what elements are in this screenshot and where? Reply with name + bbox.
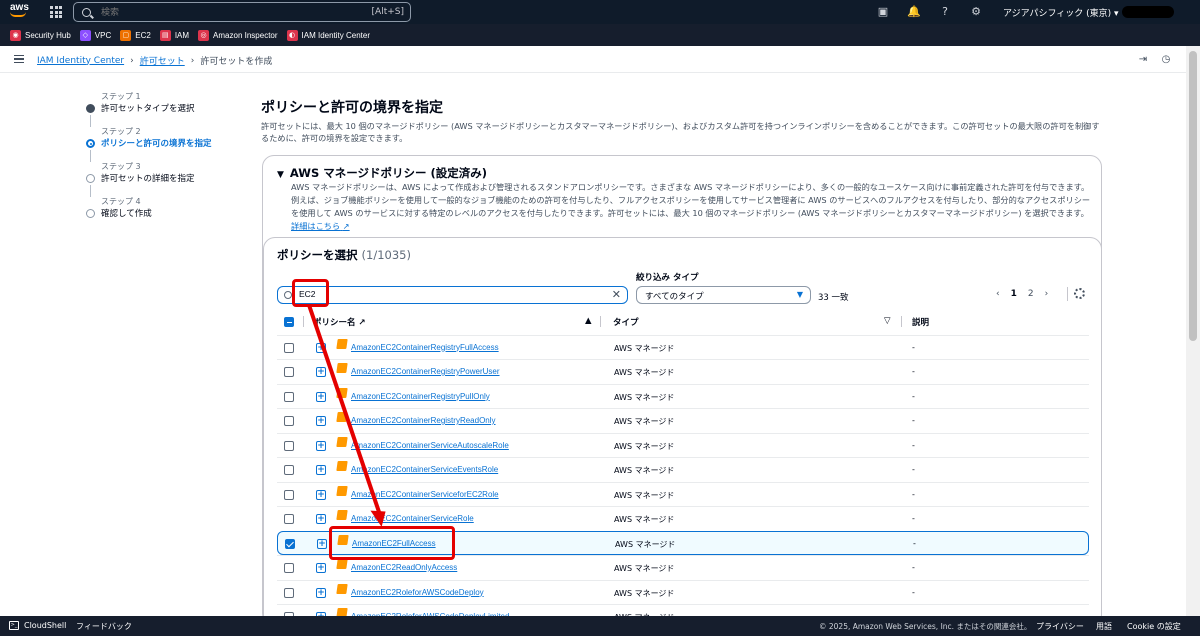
- feedback-link[interactable]: フィードバック: [76, 621, 132, 632]
- copyright: © 2025, Amazon Web Services, Inc. またはその関…: [819, 622, 1032, 631]
- cookie-settings-link[interactable]: Cookie の設定: [1127, 621, 1181, 632]
- annotation-arrow: [307, 304, 386, 527]
- privacy-link[interactable]: プライバシー: [1036, 621, 1084, 632]
- terms-link[interactable]: 用語: [1096, 621, 1112, 632]
- footer: >_ CloudShell フィードバック © 2025, Amazon Web…: [0, 616, 1200, 636]
- annotation-arrow-line: [307, 304, 381, 513]
- cloudshell-icon[interactable]: >_: [9, 621, 19, 630]
- annotation-arrow-head: [370, 510, 386, 527]
- cloudshell-link[interactable]: CloudShell: [24, 621, 66, 630]
